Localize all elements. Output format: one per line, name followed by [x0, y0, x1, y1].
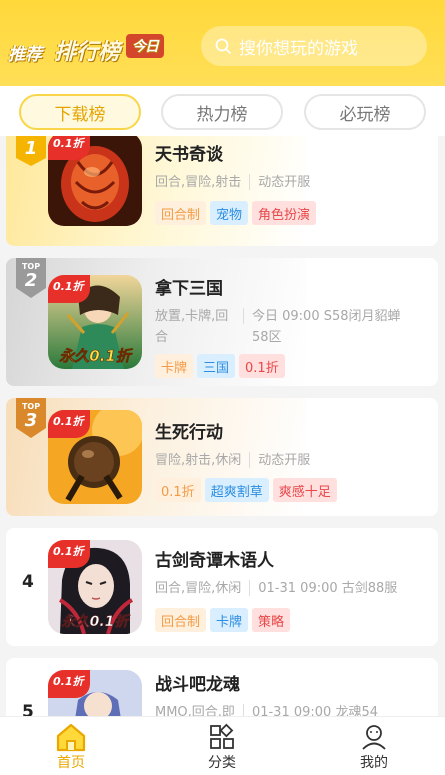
- game-tag: 策略: [252, 608, 291, 632]
- game-meta: 回合,冒险,休闲 01-31 09:00 古剑88服: [155, 578, 397, 599]
- search-icon: [215, 38, 231, 54]
- game-card[interactable]: TOP 3 0.1折 生死行动 冒险,射击,休闲 动态开服 0.1折 超爽割草 …: [6, 398, 438, 516]
- nav-profile[interactable]: 我的: [334, 722, 414, 772]
- game-icon: 0.1折: [48, 670, 142, 716]
- game-title: 拿下三国: [155, 279, 223, 299]
- game-card[interactable]: 5 0.1折 战斗吧龙魂 MMO,回合,即 01-31 09:00 龙魂54: [6, 658, 438, 716]
- server-info: 动态开服: [258, 453, 311, 468]
- discount-badge: 0.1折: [48, 670, 90, 698]
- game-title: 天书奇谈: [155, 145, 223, 165]
- game-icon: 永久0.1折 0.1折: [48, 540, 142, 634]
- game-genre: 回合,冒险,休闲: [155, 581, 242, 596]
- server-info: 动态开服: [258, 175, 311, 190]
- game-tag: 回合制: [155, 201, 207, 225]
- discount-badge: 0.1折: [48, 410, 90, 438]
- rank-number: 1: [24, 138, 38, 159]
- rank-badge: 1: [16, 136, 46, 172]
- game-icon: 0.1折: [48, 136, 142, 226]
- server-info: 今日 09:00 S58闭月貂蝉58区: [252, 309, 401, 345]
- home-icon: [56, 723, 86, 752]
- app-screen: 推荐 排行榜 今日 搜你想玩的游戏 下载榜 热力榜 必玩榜 1 0.1折 天书奇…: [0, 0, 445, 775]
- game-genre: MMO,回合,即: [155, 705, 235, 716]
- game-genre: 放置,卡牌,回合: [155, 309, 229, 345]
- nav-home-label: 首页: [57, 755, 85, 771]
- server-info: 01-31 09:00 龙魂54: [251, 705, 378, 716]
- nav-tab-today[interactable]: 今日: [126, 34, 164, 58]
- game-meta: 回合,冒险,射击 动态开服: [155, 172, 310, 193]
- game-tag: 卡牌: [155, 354, 194, 378]
- discount-badge: 0.1折: [48, 540, 90, 568]
- discount-badge: 0.1折: [48, 136, 90, 160]
- nav-tab-recommend[interactable]: 推荐: [8, 40, 42, 65]
- tag-list: 回合制 宠物 角色扮演: [155, 201, 317, 225]
- rank-number: 2: [24, 270, 38, 291]
- game-tag: 0.1折: [239, 354, 285, 378]
- tab-downloads[interactable]: 下载榜: [19, 94, 141, 130]
- server-info: 01-31 09:00 古剑88服: [258, 581, 398, 596]
- game-tag: 0.1折: [155, 478, 201, 502]
- game-tag: 卡牌: [210, 608, 249, 632]
- game-tag: 角色扮演: [252, 201, 317, 225]
- game-card[interactable]: 4 永久0.1折 0.1折 古剑奇谭木语人 回合,冒险,休闲 01-31 09:0…: [6, 528, 438, 646]
- game-tag: 回合制: [155, 608, 207, 632]
- game-card[interactable]: TOP 2 永久0.1折 0.1折 拿下三国 放置,卡牌,回合今日 09:00 …: [6, 258, 438, 386]
- category-icon: [210, 723, 234, 749]
- icon-caption: 永久0.1折: [59, 347, 134, 365]
- game-icon: 0.1折: [48, 410, 142, 504]
- game-title: 古剑奇谭木语人: [155, 551, 274, 571]
- bottom-nav: 首页 分类 我的: [0, 716, 445, 775]
- rank-number: 3: [24, 410, 38, 431]
- game-tag: 爽感十足: [272, 478, 337, 502]
- game-genre: 冒险,射击,休闲: [155, 453, 242, 468]
- nav-tab-ranking[interactable]: 排行榜: [54, 34, 120, 66]
- rank-badge: TOP 3: [16, 398, 46, 438]
- game-title: 战斗吧龙魂: [155, 675, 240, 695]
- rank-tab-bar: 下载榜 热力榜 必玩榜: [0, 86, 445, 136]
- tag-list: 卡牌 三国 0.1折: [155, 354, 285, 378]
- discount-badge: 0.1折: [48, 275, 90, 303]
- nav-profile-label: 我的: [360, 755, 388, 771]
- tag-list: 0.1折 超爽割草 爽感十足: [155, 478, 337, 502]
- game-card[interactable]: 1 0.1折 天书奇谈 回合,冒险,射击 动态开服 回合制 宠物 角色扮演: [6, 136, 438, 246]
- game-tag: 三国: [197, 354, 236, 378]
- search-placeholder: 搜你想玩的游戏: [239, 38, 358, 59]
- rank-badge: TOP 2: [16, 258, 46, 298]
- game-title: 生死行动: [155, 423, 223, 443]
- rank-number: 5: [22, 702, 34, 716]
- nav-category[interactable]: 分类: [182, 722, 262, 772]
- nav-home[interactable]: 首页: [31, 722, 111, 772]
- game-meta: 放置,卡牌,回合今日 09:00 S58闭月貂蝉58区: [155, 306, 402, 348]
- profile-icon: [362, 725, 386, 750]
- game-meta: MMO,回合,即 01-31 09:00 龙魂54: [155, 702, 378, 716]
- tab-hot[interactable]: 热力榜: [161, 94, 283, 130]
- game-tag: 宠物: [210, 201, 249, 225]
- game-list: 1 0.1折 天书奇谈 回合,冒险,射击 动态开服 回合制 宠物 角色扮演 TO…: [0, 136, 445, 716]
- search-bar[interactable]: 搜你想玩的游戏: [201, 26, 427, 66]
- tag-list: 回合制 卡牌 策略: [155, 608, 291, 632]
- top-header: 推荐 排行榜 今日 搜你想玩的游戏: [0, 0, 445, 86]
- game-tag: 超爽割草: [204, 478, 269, 502]
- tab-must-play[interactable]: 必玩榜: [304, 94, 426, 130]
- game-genre: 回合,冒险,射击: [155, 175, 242, 190]
- nav-category-label: 分类: [208, 755, 236, 771]
- game-icon: 永久0.1折 0.1折: [48, 275, 142, 369]
- icon-caption: 永久0.1折: [62, 613, 132, 630]
- game-meta: 冒险,射击,休闲 动态开服: [155, 450, 310, 471]
- rank-number: 4: [22, 572, 34, 592]
